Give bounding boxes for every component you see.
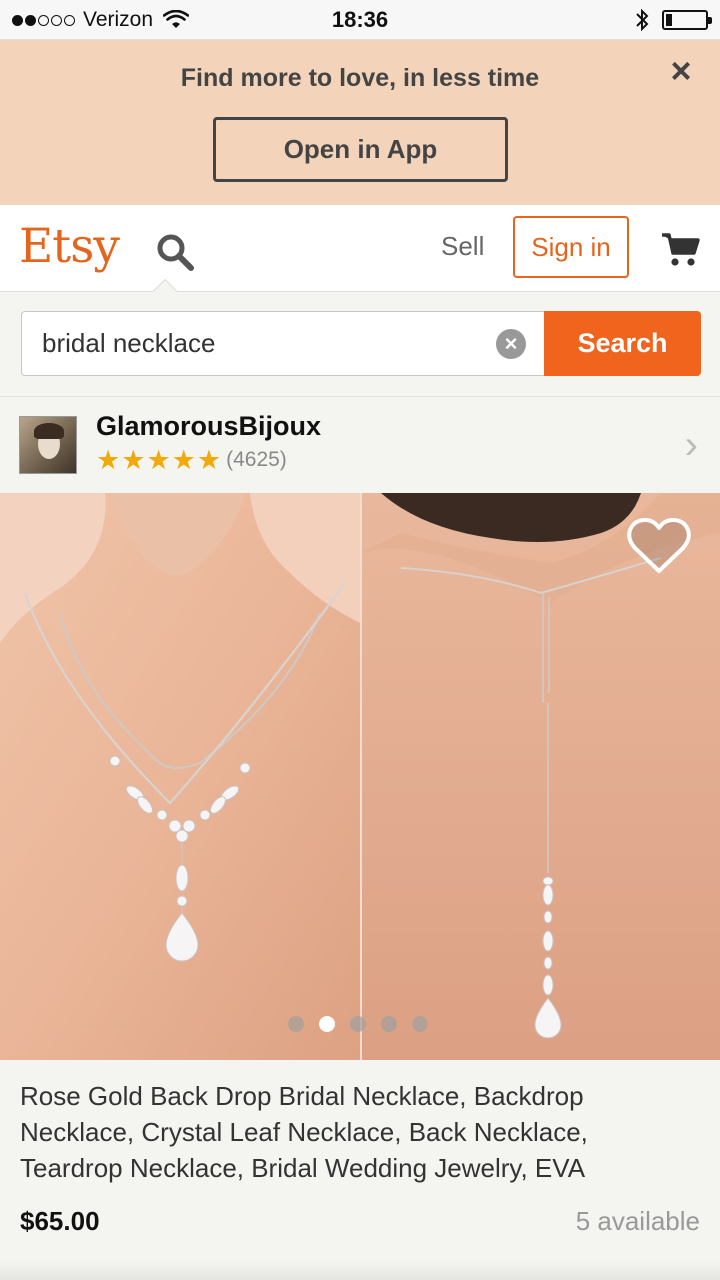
clear-search-icon[interactable]: × bbox=[496, 329, 526, 359]
search-icon[interactable] bbox=[154, 231, 198, 275]
review-count: (4625) bbox=[226, 448, 287, 471]
shop-name: GlamorousBijoux bbox=[96, 411, 322, 441]
product-photo-back bbox=[361, 493, 720, 1060]
page-dot[interactable] bbox=[412, 1016, 428, 1032]
app-promo-banner: Find more to love, in less time × Open i… bbox=[0, 40, 720, 205]
site-header: Etsy Sell Sign in bbox=[0, 205, 720, 308]
search-button[interactable]: Search bbox=[544, 311, 701, 376]
battery-level bbox=[666, 14, 672, 26]
shop-rating: ★ ★ ★ ★ ★ (4625) bbox=[96, 445, 287, 475]
product-details: Rose Gold Back Drop Bridal Necklace, Bac… bbox=[0, 1060, 720, 1280]
product-price: $65.00 bbox=[20, 1206, 100, 1236]
product-title[interactable]: Rose Gold Back Drop Bridal Necklace, Bac… bbox=[20, 1078, 680, 1186]
search-input[interactable] bbox=[21, 311, 545, 376]
page-dot[interactable] bbox=[288, 1016, 304, 1032]
product-image-gallery[interactable] bbox=[0, 493, 720, 1060]
star-icon: ★ bbox=[196, 445, 222, 475]
sell-link[interactable]: Sell bbox=[441, 231, 484, 262]
product-photo-front bbox=[0, 493, 360, 1060]
star-icon: ★ bbox=[171, 445, 196, 475]
cart-icon[interactable] bbox=[660, 229, 700, 269]
status-right bbox=[634, 8, 712, 32]
open-in-app-button[interactable]: Open in App bbox=[213, 117, 508, 182]
gallery-divider bbox=[360, 493, 362, 1060]
bluetooth-icon bbox=[636, 8, 649, 32]
star-icon: ★ bbox=[146, 445, 171, 475]
page-dot[interactable] bbox=[381, 1016, 397, 1032]
heart-icon[interactable] bbox=[626, 515, 692, 577]
search-bar: × Search bbox=[0, 292, 720, 397]
promo-text: Find more to love, in less time bbox=[180, 64, 540, 92]
sign-in-button[interactable]: Sign in bbox=[513, 216, 629, 278]
page-dot[interactable] bbox=[350, 1016, 366, 1032]
status-bar: Verizon 18:36 bbox=[0, 0, 720, 40]
next-card-edge bbox=[0, 1262, 720, 1280]
shop-header[interactable]: GlamorousBijoux ★ ★ ★ ★ ★ (4625) › bbox=[0, 397, 720, 493]
close-icon[interactable]: × bbox=[664, 53, 698, 89]
status-time: 18:36 bbox=[331, 7, 389, 32]
star-icon: ★ bbox=[121, 445, 146, 475]
chevron-right-icon: › bbox=[684, 423, 698, 467]
shop-avatar bbox=[19, 416, 77, 474]
image-pagination bbox=[288, 1016, 428, 1032]
availability-text: 5 available bbox=[575, 1206, 700, 1236]
etsy-logo[interactable]: Etsy bbox=[19, 219, 120, 274]
star-icon: ★ bbox=[96, 445, 121, 475]
battery-icon bbox=[662, 10, 712, 30]
page-dot-active[interactable] bbox=[319, 1016, 335, 1032]
